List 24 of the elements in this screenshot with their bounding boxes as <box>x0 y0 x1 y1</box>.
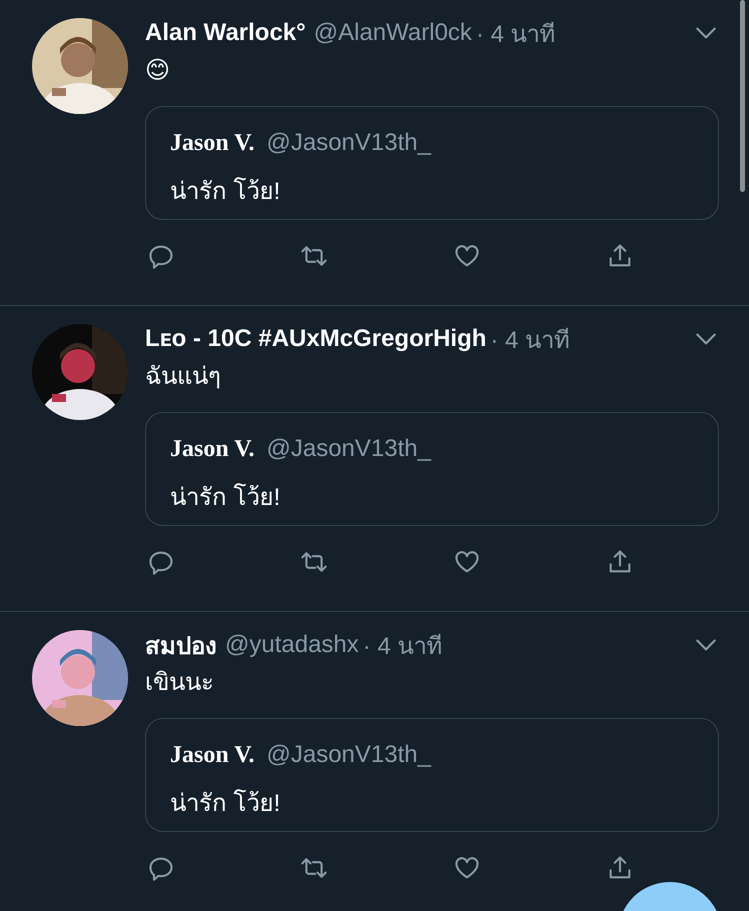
user-name[interactable]: Alan Warlock° <box>145 19 306 47</box>
quoted-user-handle: @JasonV13th_ <box>266 741 431 769</box>
user-name[interactable]: สมปอง <box>145 626 217 664</box>
quoted-user-name: Jason V. <box>170 130 254 157</box>
user-handle[interactable]: @AlanWarl0ck <box>314 19 472 47</box>
quoted-user-handle: @JasonV13th_ <box>266 435 431 463</box>
quoted-tweet-text: น่ารัก โว้ย! <box>170 788 280 819</box>
quoted-tweet[interactable]: Jason V. @JasonV13th_ น่ารัก โว้ย! <box>145 412 719 526</box>
user-handle[interactable]: @yutadashx <box>225 631 359 659</box>
tweet-time[interactable]: · 4 นาที <box>476 14 556 52</box>
quoted-tweet-text: น่ารัก โว้ย! <box>170 482 280 513</box>
tweet-text: 😊 <box>145 56 170 86</box>
scrollbar[interactable] <box>740 0 745 192</box>
tweet-text: ฉันแน่ๆ <box>145 362 221 392</box>
quoted-tweet[interactable]: Jason V. @JasonV13th_ น่ารัก โว้ย! <box>145 718 719 832</box>
tweet-time[interactable]: · 4 นาที <box>490 320 570 358</box>
tweet-text: เขินนะ <box>145 668 214 698</box>
tweet-time[interactable]: · 4 นาที <box>362 626 442 664</box>
quoted-user-name: Jason V. <box>170 742 254 769</box>
quoted-tweet-text: น่ารัก โว้ย! <box>170 176 280 207</box>
quoted-tweet[interactable]: Jason V. @JasonV13th_ น่ารัก โว้ย! <box>145 106 719 220</box>
quoted-user-handle: @JasonV13th_ <box>266 129 431 157</box>
quoted-user-name: Jason V. <box>170 436 254 463</box>
user-name[interactable]: Lᴇᴏ - 10C #AUxMcGregorHigh <box>145 325 486 353</box>
